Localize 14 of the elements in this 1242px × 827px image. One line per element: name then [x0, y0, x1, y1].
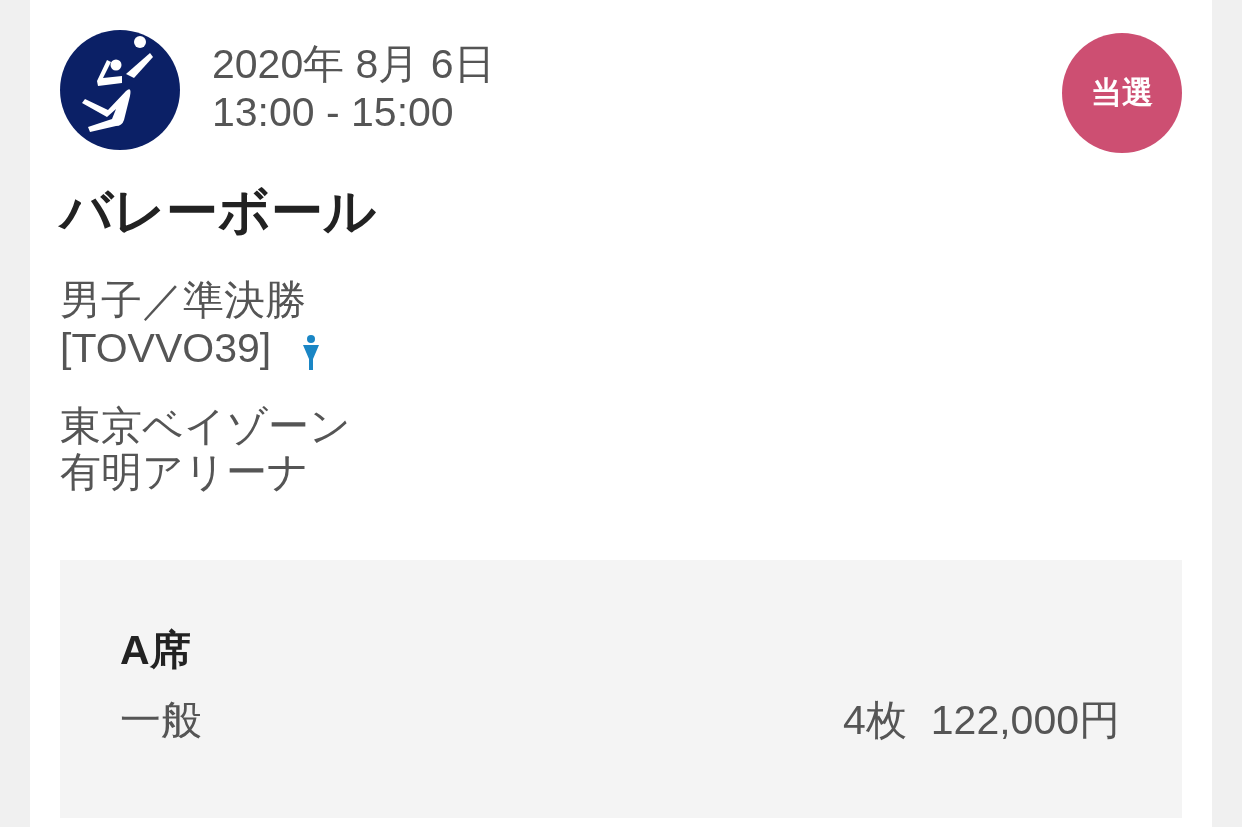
event-title: バレーボール	[60, 181, 376, 241]
event-date: 2020年 8月 6日	[212, 40, 495, 88]
volleyball-icon	[60, 30, 180, 150]
ticket-category: 一般	[120, 696, 202, 744]
event-code: [TOVVO39]	[60, 324, 272, 372]
ticket-quantity: 4枚	[842, 696, 907, 744]
event-time: 13:00 - 15:00	[212, 88, 454, 136]
event-session: 男子／準決勝	[60, 276, 306, 324]
ticket-price: 122,000円	[930, 696, 1120, 744]
seat-class: A席	[120, 626, 191, 674]
venue-name: 有明アリーナ	[60, 449, 309, 495]
status-badge: 当選	[1062, 33, 1182, 153]
male-person-icon	[303, 334, 320, 370]
venue-name: 東京ベイゾーン	[60, 403, 351, 449]
